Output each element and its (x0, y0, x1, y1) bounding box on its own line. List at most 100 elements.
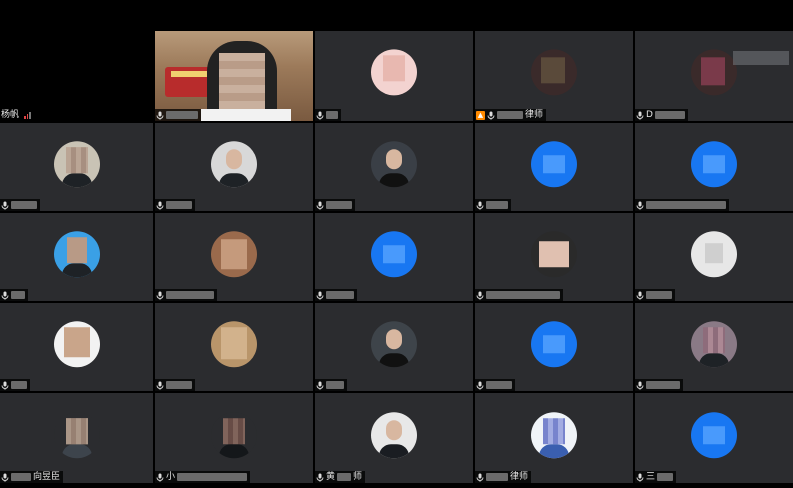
participant-tile-9[interactable] (475, 123, 633, 211)
participant-name-bar (0, 379, 30, 391)
participant-tile-8[interactable] (315, 123, 473, 211)
mic-icon (156, 381, 164, 390)
participant-name-bar (475, 199, 511, 211)
blurred-face (223, 418, 245, 445)
participant-name-bar (155, 289, 217, 301)
mic-icon (1, 473, 9, 482)
participant-tile-24[interactable]: 律师 (475, 393, 633, 483)
participant-name-bar (0, 289, 28, 301)
blurred-face (539, 241, 569, 268)
participant-name-suffix: 师 (353, 472, 363, 482)
mic-icon (636, 473, 644, 482)
participant-tile-25[interactable]: 三 (635, 393, 793, 483)
blurred-name (486, 291, 560, 299)
blurred-face (221, 239, 247, 270)
blurred-name (166, 291, 214, 299)
mic-icon (476, 381, 484, 390)
participant-tile-18[interactable] (315, 303, 473, 391)
blurred-name (326, 111, 338, 119)
participant-tile-4[interactable]: ▲ 律师 (475, 31, 633, 121)
participant-tile-22[interactable]: 小 (155, 393, 313, 483)
participant-avatar (211, 141, 257, 188)
participant-avatar (531, 49, 577, 96)
participant-avatar (211, 321, 257, 368)
avatar-face (226, 149, 242, 170)
default-avatar (531, 321, 577, 368)
participant-name-bar: 律师 (475, 471, 532, 483)
mic-icon (316, 381, 324, 390)
avatar-shoulders (61, 263, 92, 278)
participant-tile-3[interactable] (315, 31, 473, 121)
mic-icon (316, 201, 324, 210)
avatar-shoulders (699, 353, 729, 368)
mic-icon (316, 111, 324, 120)
participant-tile-14[interactable] (475, 213, 633, 301)
participant-tile-5[interactable]: D (635, 31, 793, 121)
blurred-face (221, 327, 247, 360)
avatar-shoulders (539, 444, 569, 459)
blurred-face (65, 147, 88, 174)
mic-icon (156, 473, 164, 482)
participant-tile-15[interactable] (635, 213, 793, 301)
blurred-face (701, 57, 725, 86)
blurred-name (646, 201, 726, 209)
participant-tile-2-video[interactable] (155, 31, 313, 121)
avatar-shoulders (61, 173, 92, 188)
blurred-name (11, 291, 25, 299)
participant-avatar (531, 412, 577, 459)
participant-tile-23[interactable]: 黄 师 (315, 393, 473, 483)
participant-tile-13[interactable] (315, 213, 473, 301)
blurred-face (65, 418, 88, 445)
participant-name-bar (475, 289, 563, 301)
avatar-shoulders (219, 444, 249, 459)
participant-tile-19[interactable] (475, 303, 633, 391)
mic-icon (476, 291, 484, 300)
participant-tile-20[interactable] (635, 303, 793, 391)
blurred-name (11, 381, 27, 389)
video-feed (155, 31, 313, 121)
participant-name-bar (635, 289, 675, 301)
participant-avatar (211, 412, 257, 459)
participant-tile-10[interactable] (635, 123, 793, 211)
participant-avatar (371, 141, 417, 188)
avatar-face (386, 329, 402, 350)
blurred-face (63, 327, 90, 358)
blurred-name (11, 201, 37, 209)
participant-name: 黄 (326, 472, 336, 482)
mic-icon (1, 291, 9, 300)
participant-name-bar (635, 379, 683, 391)
participant-name-bar (315, 379, 347, 391)
participant-name: 律师 (525, 110, 544, 120)
participant-tile-11[interactable] (0, 213, 153, 301)
blurred-name (486, 473, 508, 481)
participant-tile-1[interactable]: 杨帆 (0, 31, 153, 121)
participant-name: 律师 (510, 472, 529, 482)
blurred-face (703, 327, 725, 354)
participant-tile-12[interactable] (155, 213, 313, 301)
participant-name: 杨帆 (1, 110, 20, 120)
participant-name-bar (315, 289, 357, 301)
blurred-name (657, 473, 674, 481)
blurred-name (497, 111, 523, 119)
mic-icon (636, 201, 644, 210)
blurred-face (219, 53, 265, 109)
blurred-name (337, 473, 352, 481)
participant-name-bar (315, 109, 341, 121)
participant-name-bar: 小 (155, 471, 251, 483)
participant-name-bar (155, 109, 201, 121)
participant-name-bar (635, 199, 729, 211)
blurred-name (646, 291, 672, 299)
participant-avatar (53, 321, 100, 368)
mic-icon (1, 381, 9, 390)
participant-tile-21[interactable]: 向昱臣 (0, 393, 153, 483)
participant-avatar (691, 49, 737, 96)
participant-tile-17[interactable] (155, 303, 313, 391)
participant-tile-7[interactable] (155, 123, 313, 211)
default-avatar (691, 412, 737, 459)
mic-icon (476, 201, 484, 210)
participant-tile-6[interactable] (0, 123, 153, 211)
participant-name-bar: D (635, 109, 688, 121)
speaker-shirt (201, 109, 291, 121)
participant-tile-16[interactable] (0, 303, 153, 391)
avatar-face (386, 149, 402, 170)
